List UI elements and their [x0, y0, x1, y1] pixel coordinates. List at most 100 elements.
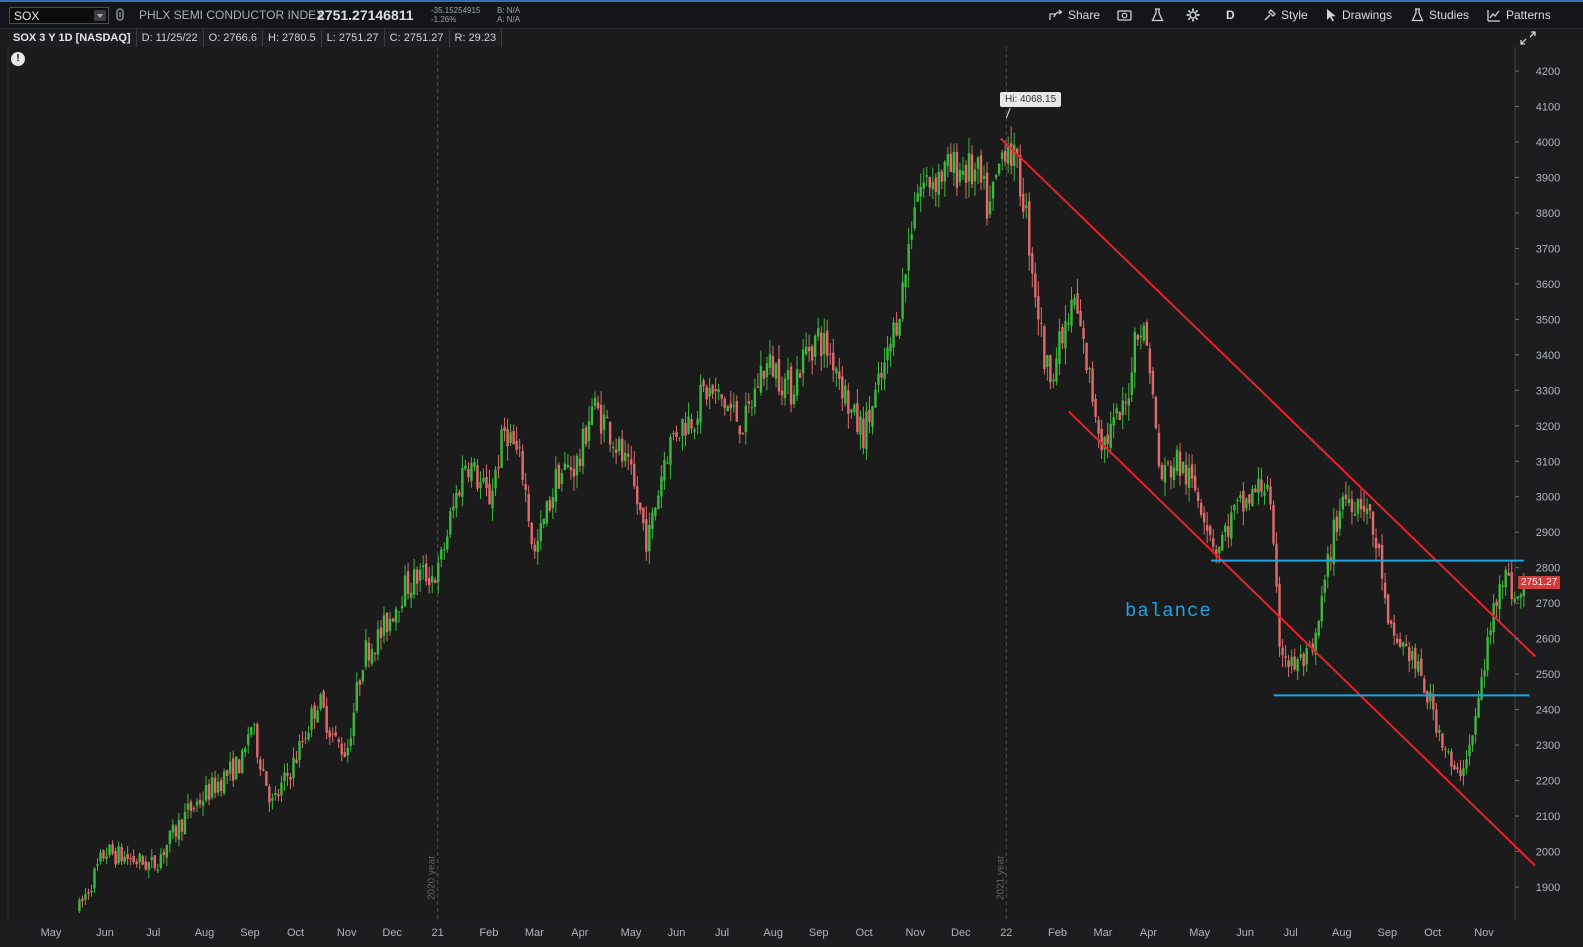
candle-body [687, 416, 690, 434]
candle-body [1196, 492, 1200, 502]
settings-button[interactable] [1186, 7, 1200, 23]
style-button[interactable]: Style [1263, 7, 1308, 23]
candle-body [1401, 642, 1405, 647]
candle-body [228, 761, 232, 774]
cursor-icon [1327, 9, 1336, 22]
plot-area[interactable] [8, 47, 1515, 921]
y-tick-label: 3200 [1536, 421, 1560, 433]
aggregation-button[interactable]: D [1226, 7, 1235, 23]
candle-body [1239, 495, 1242, 499]
candle-body [907, 244, 910, 271]
candle-body [388, 618, 392, 631]
candle-body [1043, 326, 1046, 370]
alert-icon[interactable]: ! [11, 52, 25, 66]
candle-body [874, 389, 877, 408]
candle-body [1046, 355, 1049, 368]
symbol-value[interactable]: SOX [14, 9, 39, 23]
candle-body [328, 730, 331, 738]
candle-body [593, 397, 597, 406]
candle-body [428, 578, 431, 586]
ohlc-close: C: 2751.27 [384, 29, 450, 47]
candle-body [949, 153, 953, 173]
candle-body [1465, 759, 1468, 769]
candle-body [307, 732, 310, 740]
candle-body [795, 369, 799, 396]
candle-body [1169, 466, 1173, 478]
candle-body [225, 770, 229, 776]
candle-body [1245, 498, 1248, 509]
price-chart[interactable]: 2020 year 2021 year 4200 4100 4000 3900 3800 3… [0, 47, 1583, 947]
candle-body [1426, 690, 1429, 703]
link-icon[interactable] [116, 8, 124, 21]
candle-body [1287, 660, 1290, 667]
candle-body [801, 349, 805, 374]
candle-body [105, 856, 108, 859]
candle-body [1154, 396, 1158, 429]
symbol-input[interactable]: SOX [9, 7, 109, 24]
candle-body [443, 549, 446, 551]
candle-body [280, 782, 283, 796]
ohlc-date: D: 11/25/22 [136, 29, 204, 47]
candle-body [850, 409, 853, 413]
candle-body [1320, 596, 1323, 622]
candle-body [289, 776, 292, 780]
studies-label: Studies [1429, 8, 1470, 22]
candle-body [108, 844, 111, 856]
candle-body [93, 868, 96, 889]
expand-icon[interactable] [1520, 31, 1536, 45]
flask-button[interactable] [1151, 7, 1164, 23]
snapshot-button[interactable] [1117, 7, 1132, 23]
candle-body [138, 853, 141, 863]
studies-button[interactable]: Studies [1411, 7, 1469, 23]
candle-body [940, 171, 944, 182]
candle-body [657, 495, 660, 510]
candle-body [611, 446, 615, 449]
candle-body [325, 706, 328, 733]
candle-body [1088, 368, 1091, 370]
candle-body [81, 898, 84, 901]
candle-body [358, 680, 362, 685]
candle-body [690, 419, 693, 429]
candle-body [1139, 335, 1143, 338]
candle-body [1157, 432, 1161, 467]
candle-body [575, 455, 579, 476]
patterns-button[interactable]: Patterns [1487, 7, 1551, 23]
candle-body [675, 431, 678, 437]
candle-body [527, 493, 530, 522]
candle-body [633, 463, 636, 487]
y-tick-label: 2400 [1536, 705, 1560, 717]
toolbar: SOX PHLX SEMI CONDUCTOR INDEX 2751.27146… [0, 0, 1583, 29]
candle-body [789, 366, 793, 405]
candle-body [292, 757, 295, 779]
candle-body [1058, 331, 1061, 364]
candle-body [1006, 147, 1010, 164]
candle-body [361, 670, 365, 682]
candle-body [1049, 355, 1052, 383]
candle-body [620, 438, 624, 462]
symbol-dropdown-icon[interactable] [94, 10, 106, 21]
candle-body [204, 785, 208, 801]
candle-body [979, 155, 983, 183]
x-tick-label: Nov [906, 927, 926, 939]
candle-body [994, 174, 998, 178]
candle-body [913, 207, 916, 229]
candle-body [165, 844, 169, 858]
y-tick-label: 3500 [1536, 314, 1560, 326]
y-tick-label: 2600 [1536, 634, 1560, 646]
candle-body [1248, 494, 1251, 504]
candle-body [1441, 733, 1444, 748]
share-icon [1049, 9, 1063, 20]
candle-body [244, 748, 247, 753]
candle-body [856, 403, 859, 433]
candle-body [334, 732, 337, 737]
drawings-button[interactable]: Drawings [1326, 7, 1392, 23]
x-tick-label: Aug [195, 927, 215, 939]
style-label: Style [1281, 8, 1308, 22]
candle-body [1151, 370, 1155, 395]
candle-body [1257, 478, 1260, 493]
candle-body [1064, 321, 1067, 349]
candle-body [207, 784, 211, 800]
x-tick-label: Mar [525, 927, 544, 939]
candle-body [1302, 653, 1305, 667]
share-button[interactable]: Share [1049, 7, 1100, 23]
